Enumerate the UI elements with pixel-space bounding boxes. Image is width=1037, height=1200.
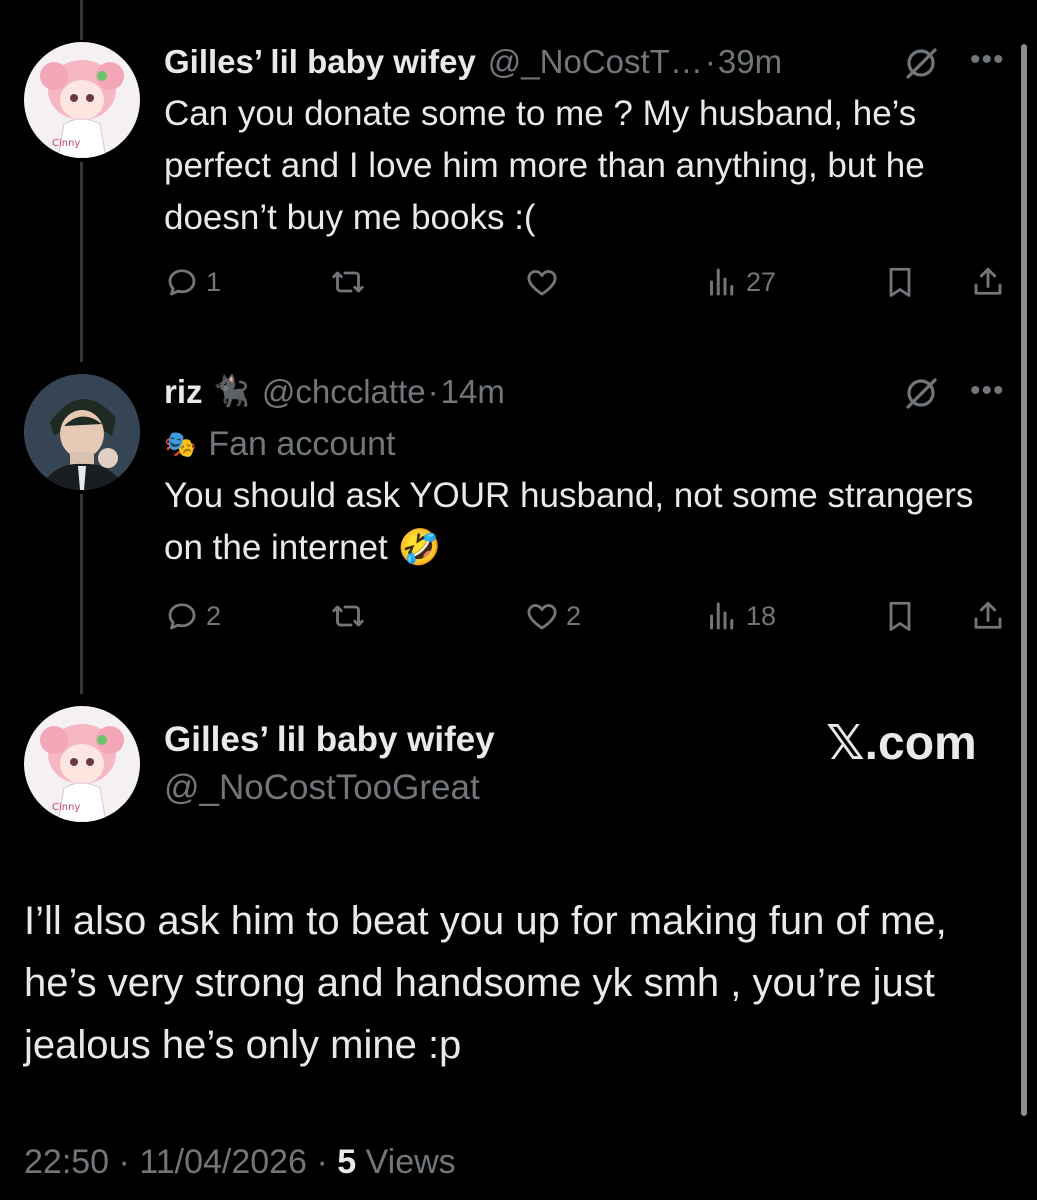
share-button[interactable] <box>970 596 1006 636</box>
thread-line-top <box>80 0 83 40</box>
tweet-text: You should ask YOUR husband, not some st… <box>164 476 974 567</box>
retweet-icon <box>332 271 364 293</box>
bookmark-button[interactable] <box>882 596 918 636</box>
tweet-actions: 1 27 <box>164 262 1010 302</box>
like-count: 2 <box>566 600 582 631</box>
retweet-button[interactable] <box>330 596 372 636</box>
views-button[interactable]: 18 <box>704 596 776 636</box>
svg-text:Cinny: Cinny <box>52 802 80 813</box>
fan-account-text: Fan account <box>208 425 396 463</box>
view-count: 18 <box>746 600 777 631</box>
grok-icon[interactable] <box>902 374 940 412</box>
display-name[interactable]: Gilles’ lil baby wifey <box>164 42 476 82</box>
views-label: Views <box>365 1143 456 1181</box>
views-button[interactable]: 27 <box>704 262 776 302</box>
post-time[interactable]: 22:50 <box>24 1143 109 1181</box>
grok-icon[interactable] <box>902 44 940 82</box>
more-icon[interactable]: ••• <box>970 45 1005 75</box>
bookmark-icon <box>889 267 911 297</box>
like-icon <box>527 270 557 296</box>
user-handle[interactable]: @chcclatte <box>262 372 426 412</box>
tweet-actions: 2 2 18 <box>164 596 1010 636</box>
fan-account-label: 🎭 Fan account <box>164 424 396 464</box>
share-icon <box>974 601 1002 629</box>
retweet-icon <box>332 605 364 627</box>
display-name[interactable]: riz <box>164 372 203 412</box>
svg-text:Cinny: Cinny <box>52 138 80 149</box>
separator-dot: · <box>704 43 716 80</box>
timestamp[interactable]: 14m <box>441 372 505 412</box>
avatar[interactable] <box>24 374 140 490</box>
views-icon <box>710 602 734 630</box>
separator-dot: · <box>316 1143 328 1181</box>
tweet-header: Gilles’ lil baby wifey @_NoCostT… · 39m <box>164 42 782 82</box>
view-count: 27 <box>746 266 777 297</box>
tweet-text: Can you donate some to me ? My husband, … <box>164 94 925 237</box>
like-button[interactable] <box>524 262 566 302</box>
reply-count: 2 <box>206 600 222 631</box>
cat-emoji: 🐈‍⬛ <box>212 375 250 408</box>
reply-button[interactable]: 2 <box>164 596 221 636</box>
tweet-header: riz 🐈‍⬛ @chcclatte · 14m <box>164 372 505 412</box>
scrollbar[interactable] <box>1021 44 1027 1116</box>
main-tweet-text: I’ll also ask him to beat you up for mak… <box>24 899 947 1067</box>
bookmark-button[interactable] <box>882 262 918 302</box>
timestamp[interactable]: 39m <box>718 42 782 82</box>
mask-emoji: 🎭 <box>164 429 197 459</box>
display-name[interactable]: Gilles’ lil baby wifey <box>164 718 495 762</box>
more-icon[interactable]: ••• <box>970 376 1005 406</box>
post-date[interactable]: 11/04/2026 <box>139 1143 307 1181</box>
retweet-button[interactable] <box>330 262 372 302</box>
share-icon <box>974 267 1002 295</box>
views-icon <box>710 268 734 296</box>
views-count[interactable]: 5 <box>337 1143 356 1181</box>
like-button[interactable]: 2 <box>524 596 581 636</box>
reply-icon <box>168 603 196 630</box>
user-handle[interactable]: @_NoCostT… <box>488 42 703 82</box>
reply-button[interactable]: 1 <box>164 262 221 302</box>
thread-line-1 <box>80 162 83 362</box>
avatar[interactable]: Cinny <box>24 42 140 158</box>
tweet-meta: 22:50 · 11/04/2026 · 5 Views <box>24 1140 456 1184</box>
bookmark-icon <box>889 601 911 631</box>
reply-icon <box>168 269 196 296</box>
separator-dot: · <box>427 373 439 410</box>
thread-line-2 <box>80 494 83 694</box>
separator-dot: · <box>118 1143 130 1181</box>
like-icon <box>527 604 557 630</box>
share-button[interactable] <box>970 262 1006 302</box>
reply-count: 1 <box>206 266 222 297</box>
user-handle[interactable]: @_NoCostTooGreat <box>164 766 480 810</box>
x-watermark: 𝕏.com <box>826 717 977 770</box>
avatar[interactable]: Cinny <box>24 706 140 822</box>
